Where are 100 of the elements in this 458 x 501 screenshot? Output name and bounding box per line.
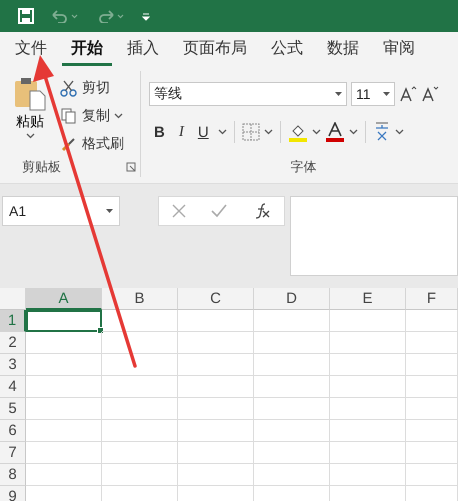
formula-input[interactable] [290,196,458,276]
grid-cell[interactable] [26,354,102,376]
grid-cell[interactable] [330,442,406,464]
grid-cell[interactable] [178,420,254,442]
grid-cell[interactable] [330,464,406,486]
grid-cell[interactable] [26,464,102,486]
cancel-icon[interactable] [172,204,186,218]
grid-cell[interactable] [254,420,330,442]
grid-cell[interactable] [254,376,330,398]
ribbon-tab[interactable]: 审阅 [374,32,424,66]
ribbon-tab[interactable]: 公式 [262,32,312,66]
grid-cell[interactable] [178,464,254,486]
column-header[interactable]: D [254,288,330,310]
grid-cell[interactable] [178,376,254,398]
grid-cell[interactable] [406,464,458,486]
row-header[interactable]: 1 [0,310,26,332]
grid-cell[interactable] [406,398,458,420]
row-header[interactable]: 5 [0,398,26,420]
borders-icon[interactable] [242,123,260,141]
caret-icon[interactable] [218,129,227,135]
caret-icon[interactable] [312,129,321,135]
grid-cell[interactable] [102,398,178,420]
row-header[interactable]: 8 [0,464,26,486]
font-name-field[interactable]: 等线 [149,82,347,106]
clipboard-action[interactable]: 剪切 [60,77,124,99]
font-color-icon[interactable] [324,122,345,142]
grid-cell[interactable] [178,310,254,332]
grid-cell[interactable] [26,420,102,442]
grid-cell[interactable] [254,332,330,354]
grid-cell[interactable] [406,442,458,464]
caret-icon[interactable] [114,113,123,119]
customize-icon[interactable] [142,11,150,21]
grid-cell[interactable] [178,442,254,464]
row-header[interactable]: 3 [0,354,26,376]
undo-icon[interactable] [50,9,80,23]
grid-cell[interactable] [102,332,178,354]
grid-cell[interactable] [330,398,406,420]
grow-font-icon[interactable] [399,85,417,103]
redo-icon[interactable] [96,9,126,23]
row-header[interactable]: 6 [0,420,26,442]
clipboard-action[interactable]: 格式刷 [60,133,124,155]
grid-cell[interactable] [26,442,102,464]
grid-cell[interactable] [406,376,458,398]
grid-cell[interactable] [178,332,254,354]
column-header[interactable]: F [406,288,458,310]
ribbon-tab[interactable]: 文件 [6,32,56,66]
grid-cell[interactable] [102,310,178,332]
font-style-button[interactable]: B [149,120,170,144]
row-header[interactable]: 7 [0,442,26,464]
select-all-corner[interactable] [0,288,26,310]
selected-cell[interactable] [26,310,102,332]
grid-cell[interactable] [406,354,458,376]
name-box[interactable]: A1 [2,196,120,226]
clipboard-action[interactable]: 复制 [60,105,124,127]
grid-cell[interactable] [26,332,102,354]
grid-cell[interactable] [406,332,458,354]
grid-cell[interactable] [330,420,406,442]
grid-cell[interactable] [26,376,102,398]
font-style-button[interactable]: I [174,120,189,144]
caret-icon[interactable] [264,129,273,135]
grid-cell[interactable] [102,464,178,486]
grid-cell[interactable] [178,354,254,376]
grid-cell[interactable] [102,420,178,442]
caret-icon[interactable] [26,133,34,139]
grid-cell[interactable] [254,398,330,420]
grid-cell[interactable] [102,376,178,398]
grid-cell[interactable] [254,354,330,376]
grid-cell[interactable] [178,398,254,420]
grid-cell[interactable] [406,420,458,442]
check-icon[interactable] [211,204,228,218]
shrink-font-icon[interactable] [421,85,439,103]
grid-cell[interactable] [102,442,178,464]
font-size-field[interactable]: 11 [351,82,395,106]
copy-icon [60,107,78,125]
grid-cell[interactable] [330,354,406,376]
grid-cell[interactable] [406,310,458,332]
grid-cell[interactable] [26,398,102,420]
save-icon[interactable] [18,8,34,24]
column-header[interactable]: C [178,288,254,310]
column-header[interactable]: A [26,288,102,310]
caret-icon[interactable] [348,129,358,135]
grid-cell[interactable] [330,310,406,332]
ribbon-tab[interactable]: 数据 [318,32,368,66]
function-icon[interactable] [253,202,272,220]
font-style-button[interactable]: U [192,120,214,144]
row-header[interactable]: 4 [0,376,26,398]
column-header[interactable]: B [102,288,178,310]
ribbon-tab[interactable]: 页面布局 [174,32,256,66]
caret-icon[interactable] [394,129,404,135]
ribbon-tab[interactable]: 插入 [118,32,168,66]
dialog-launcher-icon[interactable] [126,162,136,172]
grid-cell[interactable] [330,332,406,354]
grid-cell[interactable] [254,464,330,486]
grid-cell[interactable] [102,354,178,376]
column-header[interactable]: E [330,288,406,310]
grid-cell[interactable] [254,442,330,464]
row-header[interactable]: 9 [0,486,26,501]
row-header[interactable]: 2 [0,332,26,354]
grid-cell[interactable] [330,376,406,398]
grid-cell[interactable] [254,310,330,332]
